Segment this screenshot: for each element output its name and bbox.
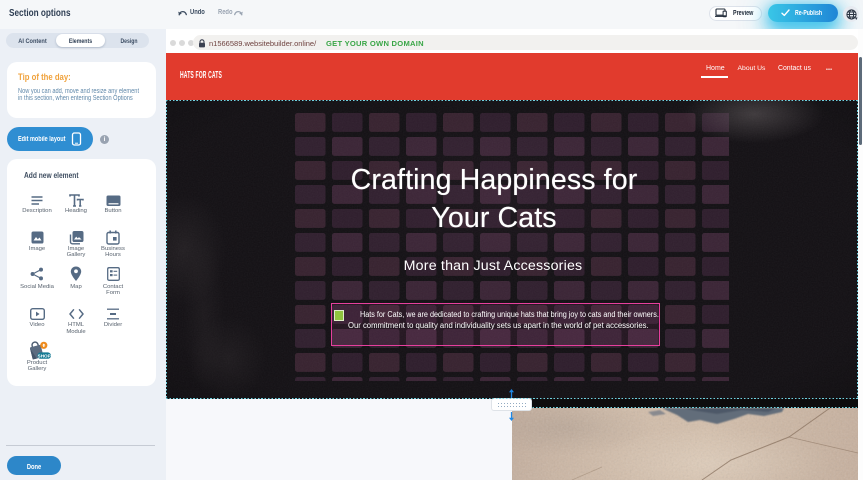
- svg-text:SHOP: SHOP: [38, 353, 51, 358]
